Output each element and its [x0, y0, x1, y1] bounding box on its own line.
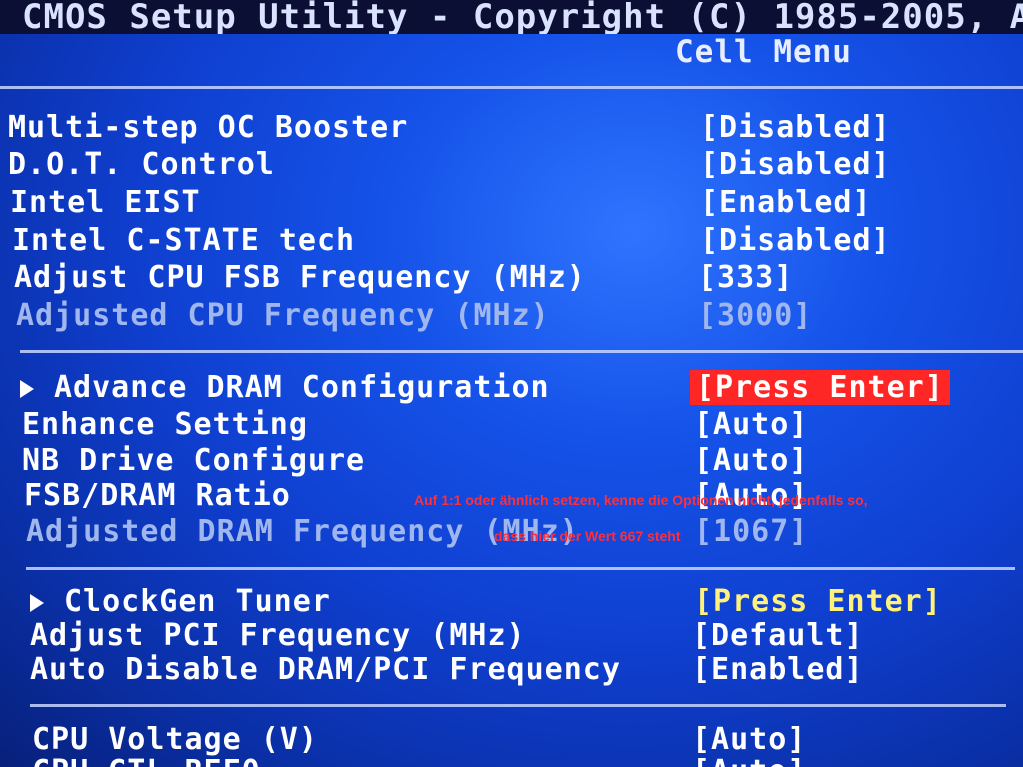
submenu-value: [Press Enter] [694, 584, 942, 619]
setting-value: [Auto] [694, 407, 809, 442]
divider [30, 704, 1006, 707]
menu-title: Cell Menu [675, 34, 852, 70]
intel-c-state-value[interactable]: [Disabled] [700, 223, 891, 259]
setting-fsb-dram-ratio[interactable]: FSB/DRAM Ratio [24, 478, 291, 514]
setting-auto-disable-dram-pci[interactable]: Auto Disable DRAM/PCI Frequency [30, 652, 621, 688]
enhance-setting-value[interactable]: [Auto] [694, 407, 808, 443]
setting-value: [Disabled] [700, 110, 891, 145]
setting-intel-c-state[interactable]: Intel C-STATE tech [12, 223, 355, 259]
setting-value: [Enabled] [692, 652, 864, 687]
divider [0, 86, 1023, 89]
setting-label: Adjust PCI Frequency (MHz) [30, 618, 526, 653]
adjust-cpu-fsb-value[interactable]: [333] [698, 260, 793, 296]
setting-cpu-gtl-ref0[interactable]: CPU GTL REF0 [32, 754, 261, 767]
setting-label: Adjusted CPU Frequency (MHz) [16, 298, 550, 333]
setting-value: [1067] [694, 514, 809, 549]
info-adjusted-cpu-frequency: Adjusted CPU Frequency (MHz) [16, 298, 550, 334]
setting-value: [Auto] [692, 754, 806, 767]
setting-label: D.O.T. Control [8, 147, 275, 182]
setting-value: [Auto] [692, 722, 807, 757]
multi-step-oc-booster-value[interactable]: [Disabled] [700, 110, 891, 146]
setting-cpu-voltage[interactable]: CPU Voltage (V) [32, 722, 318, 758]
setting-adjust-pci-frequency[interactable]: Adjust PCI Frequency (MHz) [30, 618, 526, 654]
setting-label: CPU Voltage (V) [32, 722, 318, 757]
setting-label: Auto Disable DRAM/PCI Frequency [30, 652, 621, 687]
annotation-line-1: Auf 1:1 oder ähnlich setzen, kenne die O… [414, 492, 868, 508]
window-title: CMOS Setup Utility - Copyright (C) 1985-… [0, 0, 1023, 34]
setting-label: Intel C-STATE tech [12, 223, 356, 258]
setting-label: ClockGen Tuner [64, 584, 331, 619]
adjusted-cpu-frequency-value: [3000] [698, 298, 812, 334]
setting-value: [Disabled] [700, 223, 891, 258]
submenu-arrow-icon [20, 379, 34, 398]
setting-label: Multi-step OC Booster [8, 110, 409, 145]
setting-nb-drive-configure[interactable]: NB Drive Configure [22, 443, 365, 479]
setting-label: CPU GTL REF0 [32, 754, 261, 767]
setting-label: NB Drive Configure [22, 443, 366, 478]
advance-dram-configuration-value[interactable]: [Press Enter] [690, 370, 950, 406]
setting-intel-eist[interactable]: Intel EIST [10, 185, 201, 221]
adjust-pci-frequency-value[interactable]: [Default] [692, 618, 864, 654]
setting-value: [Disabled] [700, 147, 891, 182]
auto-disable-dram-pci-value[interactable]: [Enabled] [692, 652, 864, 688]
nb-drive-configure-value[interactable]: [Auto] [694, 443, 808, 479]
intel-eist-value[interactable]: [Enabled] [700, 185, 872, 221]
setting-label: Enhance Setting [22, 407, 308, 442]
setting-value: [333] [698, 260, 794, 295]
setting-value: [3000] [698, 298, 813, 333]
setting-label: Adjust CPU FSB Frequency (MHz) [14, 260, 586, 295]
submenu-arrow-icon [30, 593, 44, 612]
setting-value: [Enabled] [700, 185, 872, 220]
setting-enhance-setting[interactable]: Enhance Setting [22, 407, 308, 443]
setting-label: Advance DRAM Configuration [54, 370, 550, 405]
annotation-line-2: dass hier der Wert 667 steht [494, 528, 681, 544]
adjusted-dram-frequency-value: [1067] [694, 514, 808, 550]
divider [20, 350, 1023, 353]
divider [26, 567, 1015, 570]
setting-value: [Default] [692, 618, 864, 653]
clockgen-tuner-value[interactable]: [Press Enter] [694, 584, 942, 620]
cpu-voltage-value[interactable]: [Auto] [692, 722, 806, 758]
submenu-advance-dram-configuration[interactable]: Advance DRAM Configuration [20, 370, 550, 406]
setting-label: Intel EIST [10, 185, 201, 220]
setting-adjust-cpu-fsb[interactable]: Adjust CPU FSB Frequency (MHz) [14, 260, 586, 296]
setting-multi-step-oc-booster[interactable]: Multi-step OC Booster [8, 110, 408, 146]
dot-control-value[interactable]: [Disabled] [700, 147, 891, 183]
submenu-clockgen-tuner[interactable]: ClockGen Tuner [30, 584, 331, 620]
setting-value: [Auto] [694, 443, 809, 478]
setting-dot-control[interactable]: D.O.T. Control [8, 147, 275, 183]
setting-label: FSB/DRAM Ratio [24, 478, 291, 513]
selected-value: [Press Enter] [690, 370, 950, 405]
cpu-gtl-ref0-value[interactable]: [Auto] [692, 754, 806, 767]
